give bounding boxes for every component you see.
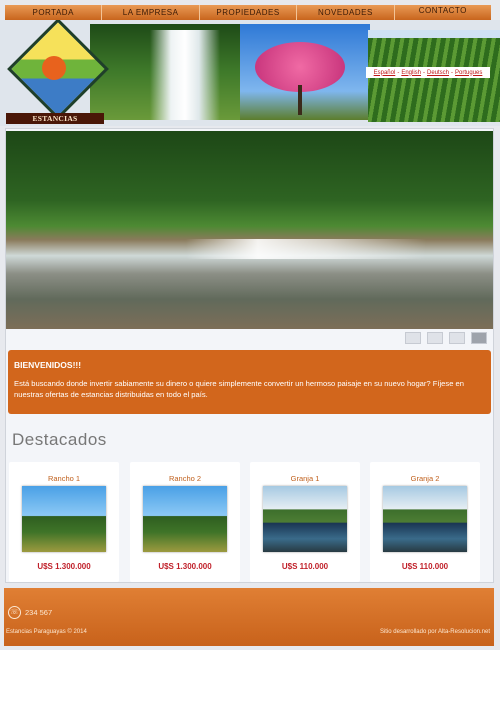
crop-field-photo (368, 38, 500, 122)
card-price: U$S 110.000 (401, 562, 449, 571)
nav-item-propiedades[interactable]: PROPIEDADES (200, 5, 298, 20)
welcome-text: Está buscando donde invertir sabiamente … (14, 379, 464, 399)
card-title[interactable]: Rancho 2 (130, 474, 240, 483)
property-photo[interactable] (383, 486, 467, 552)
header-banner: ESTANCIAS PARAGUAYAS Español - English -… (0, 20, 500, 126)
slider-pagination (405, 332, 487, 344)
property-card-granja-1[interactable]: Granja 1 U$S 110.000 (250, 462, 360, 582)
slider-dot-1[interactable] (405, 332, 421, 344)
card-price: U$S 110.000 (281, 562, 329, 571)
footer-phone: ☏ 234 567 (8, 606, 52, 619)
card-title[interactable]: Rancho 1 (9, 474, 119, 483)
nav-item-portada[interactable]: PORTADA (5, 5, 103, 20)
nav-item-la-empresa[interactable]: LA EMPRESA (102, 5, 200, 20)
lang-deutsch[interactable]: Deutsch (427, 70, 449, 76)
lang-espanol[interactable]: Español (374, 70, 396, 76)
waterfall-highlight (186, 239, 426, 259)
featured-title: Destacados (12, 430, 107, 449)
property-card-rancho-1[interactable]: Rancho 1 U$S 1.300.000 (9, 462, 119, 582)
lang-separator: - (423, 69, 425, 76)
nav-item-contacto[interactable]: CONTACTO (395, 5, 491, 20)
logo-text[interactable]: ESTANCIAS PARAGUAYAS (6, 113, 104, 126)
sun-icon (42, 56, 66, 80)
main-navigation: PORTADA LA EMPRESA PROPIEDADES NOVEDADES… (5, 5, 491, 20)
slider-dot-4[interactable] (471, 332, 487, 344)
phone-icon: ☏ (8, 606, 21, 619)
lang-separator: - (397, 69, 400, 76)
card-price: U$S 1.300.000 (158, 562, 212, 571)
footer-developer-link[interactable]: Sitio desarrollado por Alta-Resolucion.n… (380, 629, 490, 635)
lang-portugues[interactable]: Portugues (455, 70, 482, 76)
lang-english[interactable]: English (401, 70, 421, 76)
hero-slide-image (6, 131, 493, 329)
property-photo[interactable] (263, 486, 347, 552)
card-price: U$S 1.300.000 (37, 562, 91, 571)
phone-number: 234 567 (25, 608, 53, 617)
featured-cards: Rancho 1 U$S 1.300.000 Rancho 2 U$S 1.30… (9, 462, 493, 582)
language-selector: Español - English - Deutsch - Portugues (366, 67, 490, 78)
property-card-rancho-2[interactable]: Rancho 2 U$S 1.300.000 (130, 462, 240, 582)
slider-dot-2[interactable] (427, 332, 443, 344)
lang-separator: - (451, 69, 454, 76)
welcome-title: BIENVENIDOS!!! (14, 360, 82, 370)
footer-copyright: Estancias Paraguayas © 2014 (6, 629, 87, 635)
footer: ☏ 234 567 Estancias Paraguayas © 2014 Si… (4, 588, 494, 646)
pink-tree-trunk (298, 85, 302, 115)
property-photo[interactable] (22, 486, 106, 552)
card-title[interactable]: Granja 1 (250, 474, 360, 483)
property-photo[interactable] (143, 486, 227, 552)
nav-item-novedades[interactable]: NOVEDADES (297, 5, 395, 20)
page: PORTADA LA EMPRESA PROPIEDADES NOVEDADES… (0, 0, 500, 650)
card-title[interactable]: Granja 2 (370, 474, 480, 483)
waterfall-photo (150, 30, 220, 120)
property-card-granja-2[interactable]: Granja 2 U$S 110.000 (370, 462, 480, 582)
main-content: BIENVENIDOS!!! Está buscando donde inver… (5, 128, 494, 583)
welcome-box: BIENVENIDOS!!! Está buscando donde inver… (8, 350, 491, 414)
slider-dot-3[interactable] (449, 332, 465, 344)
